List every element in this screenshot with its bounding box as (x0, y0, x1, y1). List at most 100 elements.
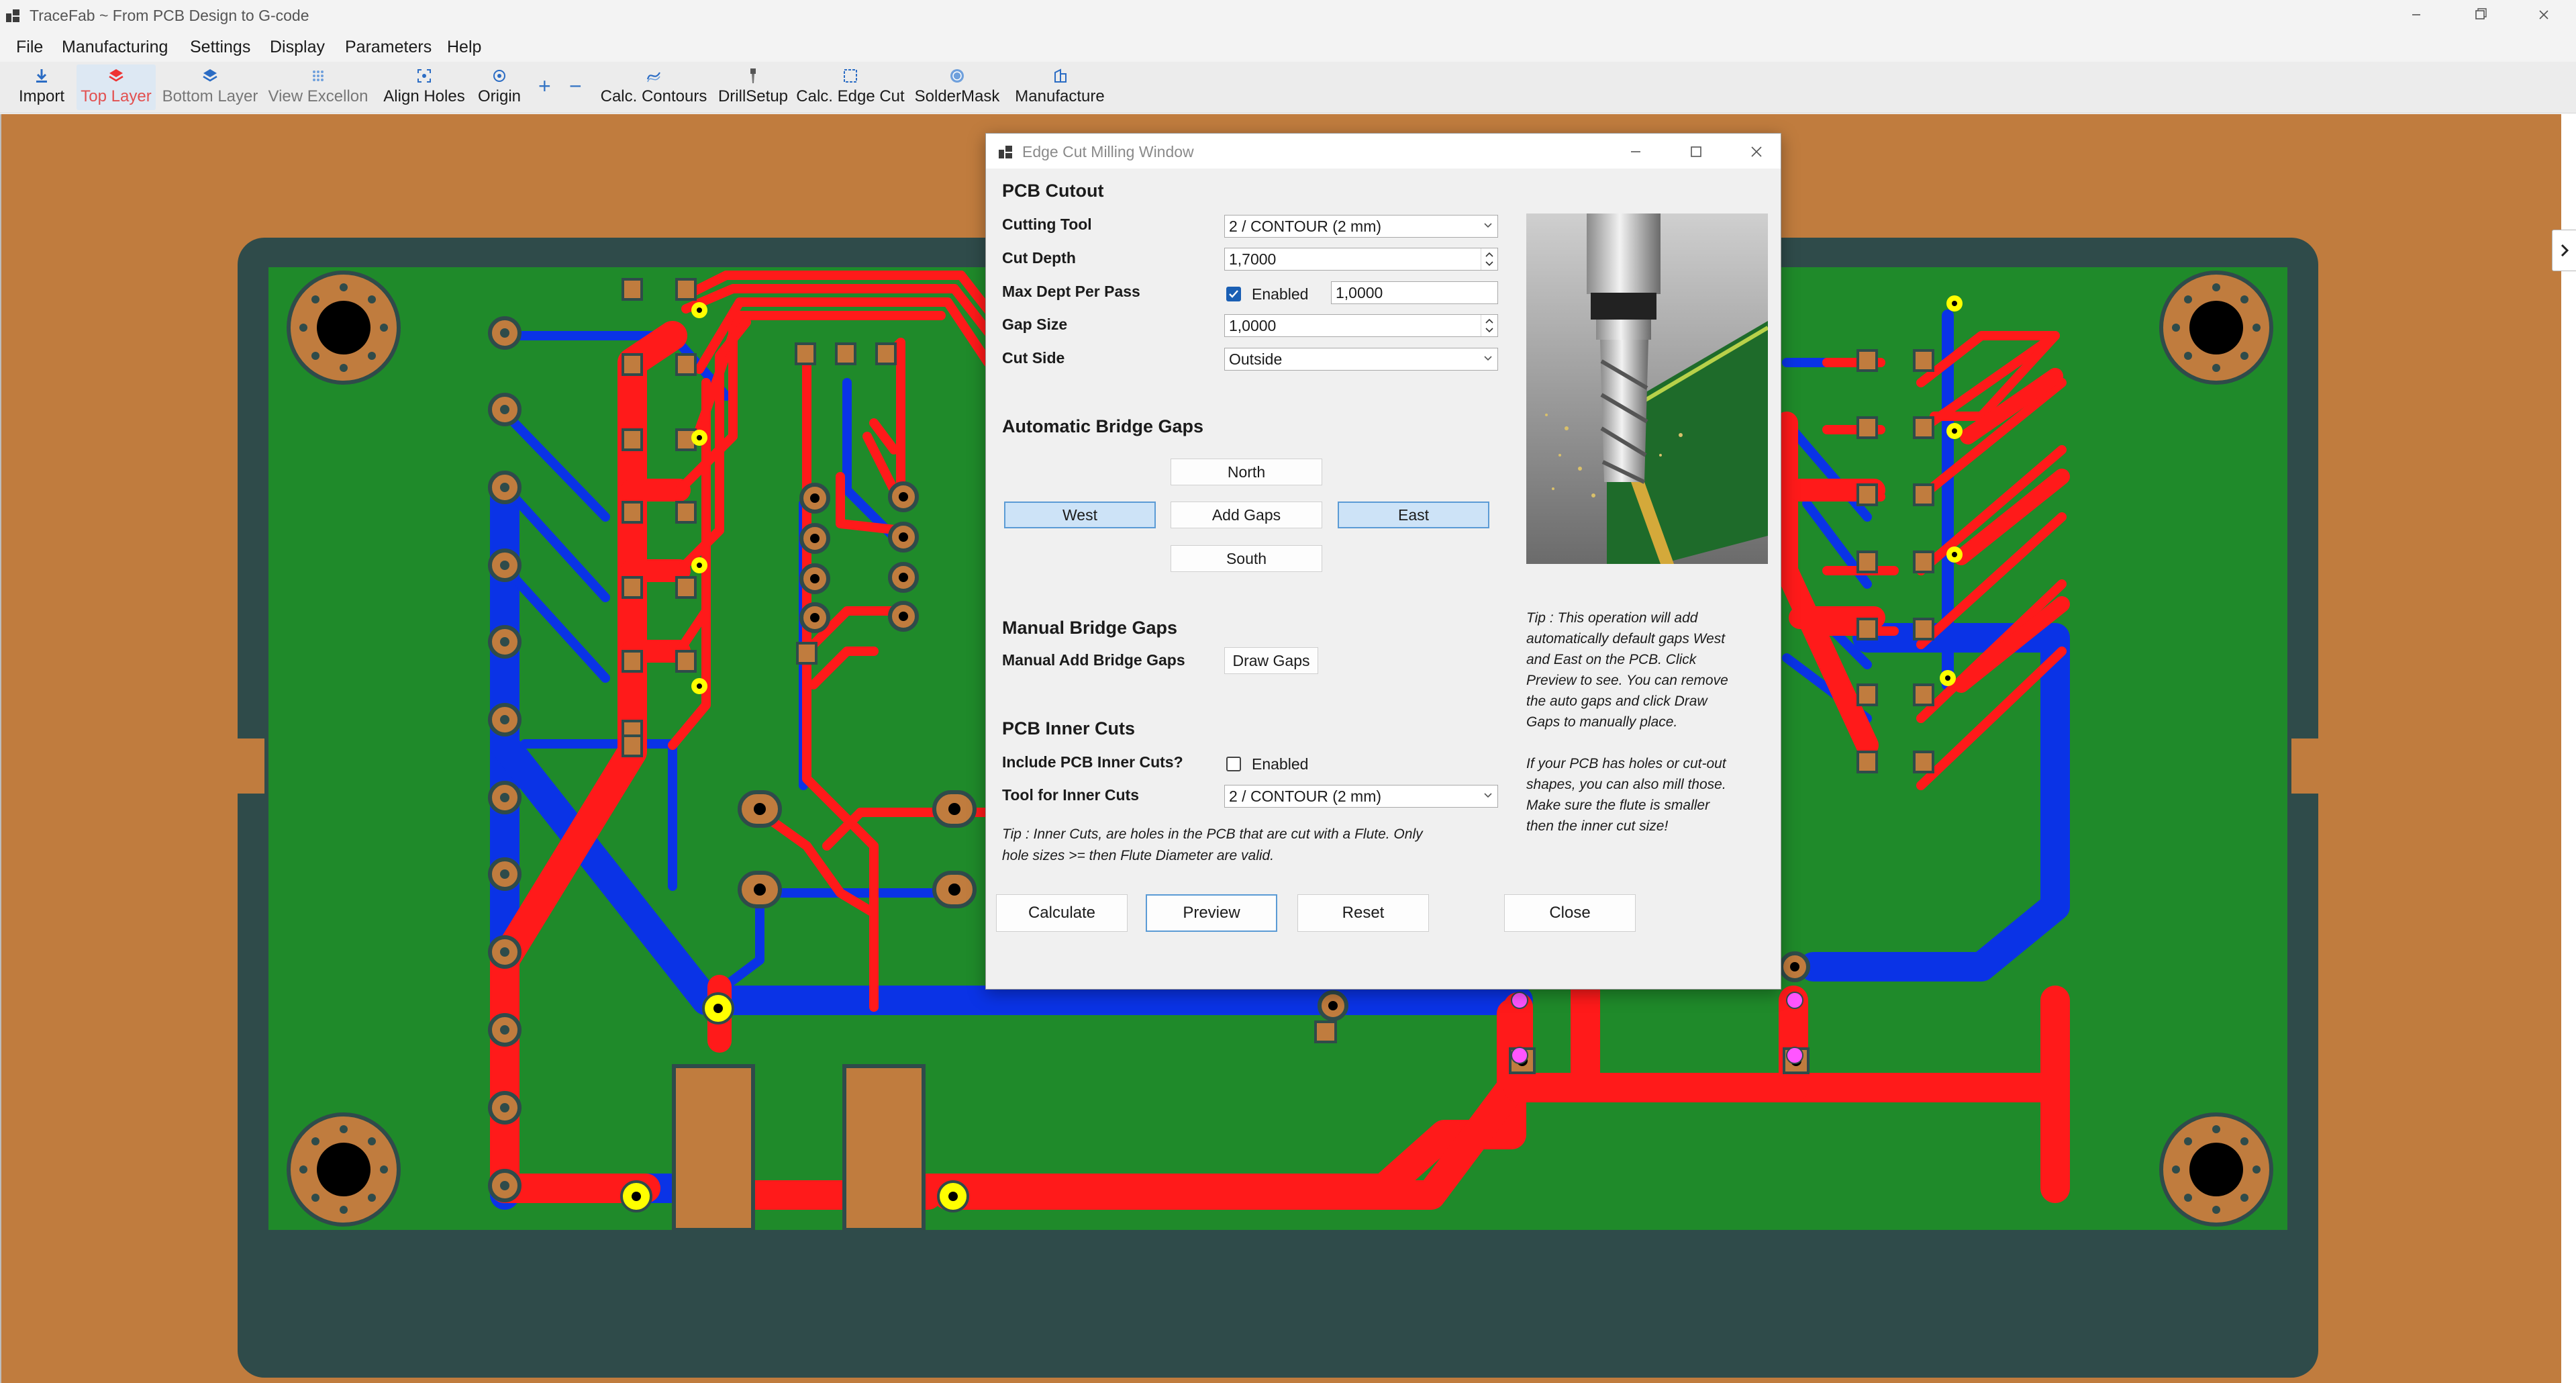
max-depth-enabled-label: Enabled (1252, 285, 1309, 303)
draw-gaps-button[interactable]: Draw Gaps (1224, 647, 1318, 674)
top-layer-label: Top Layer (81, 87, 152, 105)
dialog-close-icon[interactable] (1743, 140, 1770, 163)
calc-contours-button[interactable]: Calc. Contours (600, 64, 707, 110)
origin-button[interactable]: Origin (473, 64, 526, 110)
layers-red-icon (109, 69, 123, 82)
cutting-tool-select[interactable]: 2 / CONTOUR (2 mm) (1224, 215, 1498, 238)
menu-bar: File Manufacturing Settings Display Para… (0, 31, 2576, 62)
tip-line: shapes, you can also mill those. (1526, 777, 1726, 792)
cut-depth-label: Cut Depth (1002, 249, 1076, 267)
import-button[interactable]: Import (12, 64, 71, 110)
dialog-app-icon (999, 146, 1012, 158)
soldermask-button[interactable]: SolderMask (910, 64, 1004, 110)
cut-depth-input[interactable]: 1,7000 (1224, 248, 1498, 271)
tip-line: Gaps to manually place. (1526, 714, 1678, 730)
align-holes-label: Align Holes (383, 87, 465, 105)
manual-gaps-heading: Manual Bridge Gaps (1002, 618, 1178, 638)
tip-line: and East on the PCB. Click (1526, 652, 1697, 667)
menu-help[interactable]: Help (447, 38, 481, 57)
tip-panel: Tip : This operation will add automatica… (1526, 608, 1768, 837)
menu-settings[interactable]: Settings (190, 38, 250, 57)
south-gap-button[interactable]: South (1171, 545, 1322, 572)
manufacture-button[interactable]: Manufacture (1007, 64, 1113, 110)
calc-edge-cut-label: Calc. Edge Cut (796, 87, 905, 105)
tip-line: automatically default gaps West (1526, 631, 1726, 647)
menu-file[interactable]: File (16, 38, 43, 57)
spinner-icon[interactable] (1481, 315, 1497, 336)
toolbar: Import Top Layer Bottom Layer View Excel… (0, 62, 2576, 113)
calculate-button[interactable]: Calculate (996, 894, 1128, 932)
grid-dots-icon (313, 70, 324, 81)
view-excellon-button[interactable]: View Excellon (266, 64, 370, 110)
origin-icon (493, 70, 505, 82)
auto-gaps-heading: Automatic Bridge Gaps (1002, 416, 1204, 436)
tip-line: then the inner cut size! (1526, 818, 1669, 834)
max-depth-input[interactable]: 1,0000 (1331, 281, 1498, 304)
drill-setup-button[interactable]: DrillSetup (714, 64, 792, 110)
align-holes-button[interactable]: Align Holes (380, 64, 468, 110)
layers-blue-icon (203, 69, 217, 82)
checkmark-icon (1229, 290, 1238, 298)
tip-line: Make sure the flute is smaller (1526, 798, 1710, 813)
inner-cuts-enabled-label: Enabled (1252, 755, 1309, 773)
side-panel-toggle-icon[interactable] (2552, 230, 2576, 271)
max-depth-value: 1,0000 (1336, 284, 1383, 301)
top-layer-button[interactable]: Top Layer (77, 64, 156, 110)
gap-size-value: 1,0000 (1229, 317, 1277, 334)
inner-cuts-checkbox[interactable] (1226, 757, 1241, 771)
menu-display[interactable]: Display (270, 38, 325, 57)
maximize-icon[interactable] (2453, 1, 2507, 28)
menu-parameters[interactable]: Parameters (345, 38, 432, 57)
max-depth-label: Max Dept Per Pass (1002, 283, 1140, 300)
bottom-layer-button[interactable]: Bottom Layer (160, 64, 260, 110)
cut-side-select[interactable]: Outside (1224, 348, 1498, 371)
dialog-maximize-icon[interactable] (1683, 140, 1710, 163)
tip-line: If your PCB has holes or cut-out (1526, 756, 1726, 771)
north-gap-button[interactable]: North (1171, 459, 1322, 485)
close-icon[interactable] (2517, 1, 2571, 28)
view-excellon-label: View Excellon (268, 87, 368, 105)
window-title: TraceFab ~ From PCB Design to G-code (30, 7, 309, 24)
include-inner-cuts-label: Include PCB Inner Cuts? (1002, 753, 1183, 771)
dialog-title-bar[interactable]: Edge Cut Milling Window (986, 134, 1781, 169)
calc-edge-cut-button[interactable]: Calc. Edge Cut (796, 64, 905, 110)
cutting-tool-value: 2 / CONTOUR (2 mm) (1229, 218, 1382, 235)
manufacture-icon (1054, 68, 1067, 83)
chevron-down-icon (1484, 223, 1492, 228)
dialog-title: Edge Cut Milling Window (1022, 143, 1194, 160)
menu-manufacturing[interactable]: Manufacturing (62, 38, 168, 57)
inner-tool-select[interactable]: 2 / CONTOUR (2 mm) (1224, 785, 1498, 808)
calc-contours-label: Calc. Contours (600, 87, 707, 105)
max-depth-checkbox[interactable] (1226, 287, 1241, 301)
dialog-minimize-icon[interactable] (1622, 140, 1649, 163)
gap-size-input[interactable]: 1,0000 (1224, 314, 1498, 337)
preview-button[interactable]: Preview (1146, 894, 1277, 932)
east-gap-button[interactable]: East (1338, 502, 1489, 528)
reset-button[interactable]: Reset (1297, 894, 1429, 932)
inner-cuts-heading: PCB Inner Cuts (1002, 718, 1136, 738)
inner-cuts-tip-line1: Tip : Inner Cuts, are holes in the PCB t… (1002, 826, 1423, 842)
west-gap-button[interactable]: West (1004, 502, 1156, 528)
tip-line: the auto gaps and click Draw (1526, 694, 1707, 709)
zoom-out-icon[interactable]: − (569, 74, 582, 99)
contours-icon (646, 72, 660, 83)
align-target-icon (417, 69, 431, 83)
import-label: Import (18, 87, 64, 105)
soldermask-label: SolderMask (914, 87, 1000, 105)
chevron-down-icon (1484, 793, 1492, 798)
add-gaps-button[interactable]: Add Gaps (1171, 502, 1322, 528)
close-button[interactable]: Close (1504, 894, 1636, 932)
tip-line (1526, 732, 1768, 753)
inner-tool-label: Tool for Inner Cuts (1002, 786, 1140, 804)
inner-cuts-tip-line2: hole sizes >= then Flute Diameter are va… (1002, 848, 1275, 863)
origin-label: Origin (477, 87, 522, 105)
zoom-in-icon[interactable]: + (538, 74, 551, 99)
spinner-icon[interactable] (1481, 248, 1497, 270)
app-icon (6, 9, 19, 22)
tip-line: Preview to see. You can remove (1526, 673, 1728, 688)
cut-side-value: Outside (1229, 350, 1283, 368)
minimize-icon[interactable] (2389, 1, 2443, 28)
soldermask-icon (950, 69, 964, 83)
inner-tool-value: 2 / CONTOUR (2 mm) (1229, 788, 1382, 805)
drill-setup-label: DrillSetup (717, 87, 789, 105)
